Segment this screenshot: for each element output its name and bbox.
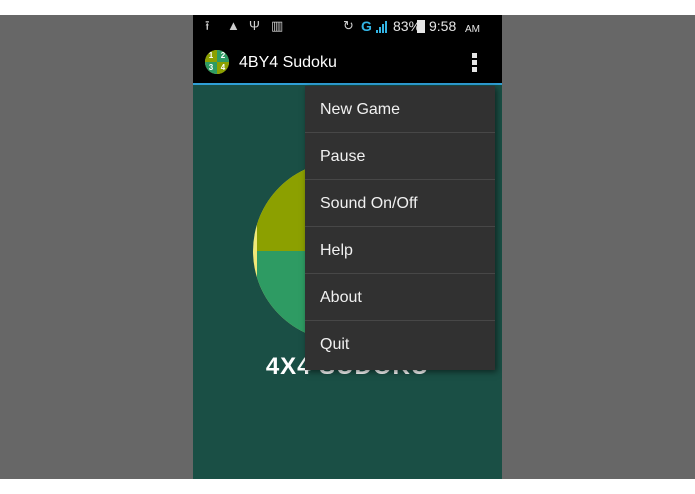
logo-digit: 1 [205, 50, 217, 62]
menu-item-label: Pause [320, 148, 366, 165]
menu-item-help[interactable]: Help [305, 227, 495, 274]
app-title: 4BY4 Sudoku [239, 54, 337, 71]
sync-icon: ↻ [343, 18, 354, 33]
network-type: G [361, 18, 372, 34]
menu-item-quit[interactable]: Quit [305, 321, 495, 368]
phone-screen: ⭱ ▲ Ψ ▥ ↻ G 83% 9:58 AM 1 2 3 4 4BY4 Sud… [193, 15, 502, 479]
warning-icon: ▲ [227, 18, 240, 33]
upload-icon: ⭱ [205, 18, 210, 33]
status-bar: ⭱ ▲ Ψ ▥ ↻ G 83% 9:58 AM [193, 15, 502, 39]
menu-item-new-game[interactable]: New Game [305, 86, 495, 133]
app-logo: 1 2 3 4 [205, 50, 229, 74]
overflow-menu-icon[interactable] [470, 51, 478, 75]
menu-item-label: About [320, 289, 362, 306]
menu-item-about[interactable]: About [305, 274, 495, 321]
logo-digit: 2 [217, 50, 229, 62]
barcode-icon: ▥ [271, 18, 284, 33]
usb-icon: Ψ [249, 18, 260, 33]
action-bar: 1 2 3 4 4BY4 Sudoku [193, 39, 502, 85]
menu-item-sound[interactable]: Sound On/Off [305, 180, 495, 227]
battery-icon [417, 20, 425, 33]
clock-ampm: AM [465, 24, 480, 35]
logo-digit: 3 [205, 62, 217, 74]
menu-item-pause[interactable]: Pause [305, 133, 495, 180]
logo-digit: 4 [217, 62, 229, 74]
menu-item-label: Quit [320, 336, 350, 353]
menu-item-label: Sound On/Off [320, 195, 418, 212]
menu-item-label: Help [320, 242, 353, 259]
signal-icon [376, 21, 390, 33]
overflow-menu: New Game Pause Sound On/Off Help About Q… [305, 86, 495, 370]
menu-item-label: New Game [320, 101, 401, 118]
clock: 9:58 [429, 18, 457, 34]
